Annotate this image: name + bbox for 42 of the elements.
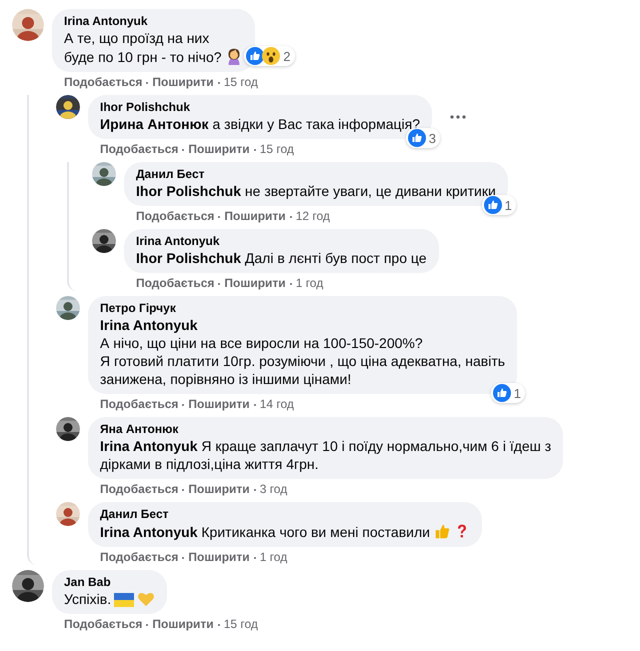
like-link[interactable]: Подобається bbox=[100, 482, 178, 497]
comment-time: 15 год bbox=[224, 617, 258, 632]
author-name[interactable]: Яна Антонюк bbox=[100, 422, 552, 437]
reaction-badge[interactable]: 2 bbox=[244, 46, 295, 66]
comment-text: Irina Antonyuk Я краще заплачут 10 і поїду нормально,чим 6 і їдеш з дірками в підлозі,ціна життя 4грн. bbox=[100, 438, 552, 472]
share-link[interactable]: Поширити bbox=[188, 397, 250, 412]
like-link[interactable]: Подобається bbox=[100, 142, 178, 157]
comment-time: 1 год bbox=[296, 276, 324, 291]
comment-text: А те, що проїзд на них буде по 10 грн - то нічо? bbox=[64, 30, 222, 65]
author-name[interactable]: Irina Antonyuk bbox=[64, 14, 243, 29]
share-link[interactable]: Поширити bbox=[188, 550, 250, 565]
comment-time: 1 год bbox=[260, 550, 288, 565]
reaction-badge[interactable]: 3 bbox=[406, 128, 440, 148]
share-link[interactable]: Поширити bbox=[152, 75, 214, 90]
comment-text: Irina Antonyuk Критиканка чого ви мені поставили bbox=[100, 524, 430, 540]
comment-time: 12 год bbox=[296, 209, 330, 224]
share-link[interactable]: Поширити bbox=[152, 617, 214, 632]
author-name[interactable]: Данил Бест bbox=[136, 167, 496, 182]
author-name[interactable]: Петро Гірчук bbox=[100, 301, 506, 316]
more-icon[interactable] bbox=[450, 115, 466, 119]
comment-time: 15 год bbox=[224, 75, 258, 90]
share-link[interactable]: Поширити bbox=[188, 142, 250, 157]
author-name[interactable]: Jan Bab bbox=[64, 575, 156, 590]
like-link[interactable]: Подобається bbox=[136, 209, 214, 224]
reaction-badge[interactable]: 1 bbox=[490, 383, 526, 403]
comment-time: 3 год bbox=[260, 482, 288, 497]
comment-time: 15 год bbox=[260, 142, 294, 157]
like-link[interactable]: Подобається bbox=[64, 75, 142, 90]
share-link[interactable]: Поширити bbox=[224, 276, 286, 291]
share-link[interactable]: Поширити bbox=[188, 482, 250, 497]
reaction-badge[interactable]: 1 bbox=[482, 195, 516, 215]
comment-text: Успіхів. bbox=[64, 591, 112, 607]
comment-text: Ihor Polishchuk Далі в лєнті був пост про це bbox=[136, 250, 427, 266]
like-link[interactable]: Подобається bbox=[136, 276, 214, 291]
like-link[interactable]: Подобається bbox=[100, 397, 178, 412]
author-name[interactable]: Ihor Polishchuk bbox=[100, 100, 420, 115]
comment-time: 14 год bbox=[260, 397, 294, 412]
author-name[interactable]: Irina Antonyuk bbox=[136, 234, 427, 249]
share-link[interactable]: Поширити bbox=[224, 209, 286, 224]
author-name[interactable]: Данил Бест bbox=[100, 507, 470, 522]
like-link[interactable]: Подобається bbox=[100, 550, 178, 565]
like-link[interactable]: Подобається bbox=[64, 617, 142, 632]
